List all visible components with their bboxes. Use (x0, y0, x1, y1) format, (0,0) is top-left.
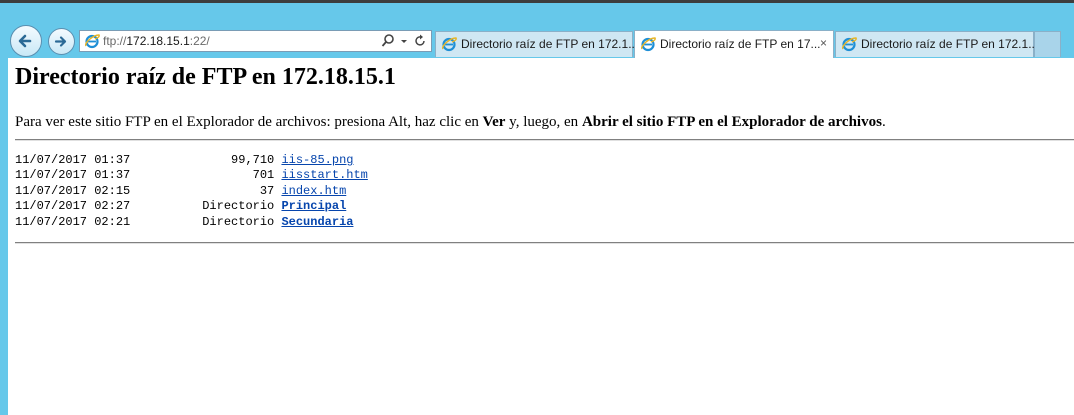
listing-row: 11/07/2017 02:27 Directorio Principal (15, 199, 368, 214)
chevron-down-icon[interactable] (399, 33, 409, 49)
tab-3[interactable]: Directorio raíz de FTP en 172.1... (835, 31, 1038, 57)
listing-date-time-size: 11/07/2017 02:27 Directorio (15, 199, 282, 214)
close-tab-button[interactable]: × (820, 36, 827, 50)
divider-bottom (15, 242, 1074, 244)
internet-explorer-icon (842, 37, 857, 52)
tab-label: Directorio raíz de FTP en 172.1... (861, 37, 1039, 51)
tab-label: Directorio raíz de FTP en 17... (660, 37, 821, 51)
internet-explorer-icon (641, 37, 656, 52)
window-left-border (0, 58, 8, 415)
forward-arrow-icon (54, 36, 67, 47)
listing-date-time-size: 11/07/2017 02:21 Directorio (15, 214, 282, 229)
listing-date-time-size: 11/07/2017 01:37 701 (15, 168, 282, 183)
file-link[interactable]: index.htm (281, 184, 346, 198)
intro-part-2: y, luego, en (505, 114, 582, 130)
ftp-listing: 11/07/2017 01:37 99,710 iis-85.png 11/07/… (15, 153, 368, 230)
page-title: Directorio raíz de FTP en 172.18.15.1 (15, 64, 396, 90)
address-port-path: :22/ (189, 34, 210, 48)
directory-link[interactable]: Secundaria (281, 215, 353, 229)
internet-explorer-icon (442, 37, 457, 52)
listing-date-time-size: 11/07/2017 01:37 99,710 (15, 153, 282, 167)
intro-part-3: . (881, 114, 886, 130)
listing-row: 11/07/2017 02:21 Directorio Secundaria (15, 215, 368, 230)
refresh-icon[interactable] (413, 33, 427, 49)
address-text[interactable]: ftp://172.18.15.1:22/ (103, 34, 210, 48)
address-host: 172.18.15.1 (126, 34, 190, 48)
new-tab-button[interactable] (1034, 31, 1061, 57)
back-button[interactable] (10, 25, 42, 57)
intro-bold-ver: Ver (482, 114, 506, 130)
listing-row: 11/07/2017 01:37 99,710 iis-85.png (15, 153, 368, 168)
back-arrow-icon (18, 34, 32, 48)
search-icon[interactable] (381, 33, 395, 49)
listing-row: 11/07/2017 01:37 701 iisstart.htm (15, 168, 368, 183)
listing-row: 11/07/2017 02:15 37 index.htm (15, 184, 368, 199)
directory-link[interactable]: Principal (281, 199, 346, 213)
address-bar[interactable]: ftp://172.18.15.1:22/ (79, 30, 432, 52)
intro-part-1: Para ver este sitio FTP en el Explorador… (15, 114, 483, 130)
forward-button[interactable] (48, 28, 75, 55)
intro-bold-open-ftp: Abrir el sitio FTP en el Explorador de a… (581, 114, 882, 130)
file-link[interactable]: iisstart.htm (281, 168, 367, 182)
intro-text: Para ver este sitio FTP en el Explorador… (15, 114, 886, 131)
page-content: Directorio raíz de FTP en 172.18.15.1 Pa… (8, 58, 1074, 415)
listing-date-time-size: 11/07/2017 02:15 37 (15, 183, 282, 198)
tab-1[interactable]: Directorio raíz de FTP en 172.1... (435, 31, 638, 57)
file-link[interactable]: iis-85.png (281, 153, 353, 167)
divider-top (15, 139, 1074, 141)
internet-explorer-icon (85, 34, 100, 49)
address-scheme: ftp:// (103, 34, 127, 48)
tab-label: Directorio raíz de FTP en 172.1... (461, 37, 639, 51)
tab-2-active[interactable]: Directorio raíz de FTP en 17... × (634, 30, 834, 58)
